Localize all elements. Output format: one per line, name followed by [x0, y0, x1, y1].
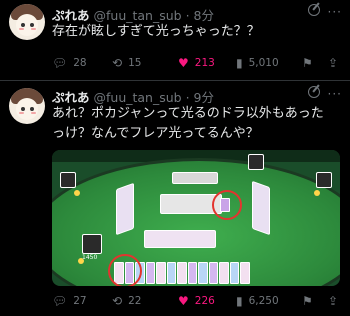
reply-icon: 💬︎ — [52, 56, 68, 70]
heart-icon: ♥ — [178, 294, 189, 308]
grok-icon[interactable] — [308, 86, 320, 98]
more-icon[interactable]: ··· — [328, 87, 342, 101]
grok-icon[interactable] — [308, 4, 320, 16]
avatar[interactable] — [9, 4, 45, 40]
tweet-text: 存在が眩しすぎて光っちゃった？？ — [52, 24, 260, 39]
score-label: 1450 — [82, 254, 98, 261]
like-count: 226 — [194, 295, 215, 307]
author-handle[interactable]: @fuu_tan_sub — [94, 8, 182, 23]
divider — [0, 80, 350, 81]
reply-count: 28 — [73, 57, 87, 69]
heart-icon: ♥ — [178, 56, 189, 70]
reply-button[interactable]: 💬︎ 27 — [52, 294, 87, 308]
like-button[interactable]: ♥ 213 — [178, 56, 215, 70]
share-icon: ⇪ — [328, 294, 339, 308]
tweet-actions: 💬︎ 28 ⟲ 15 ♥ 213 ▮ 5,010 ⚑ ⇪ — [52, 56, 342, 72]
bookmark-button[interactable]: ⚑ — [302, 56, 313, 70]
player-avatar-top — [248, 154, 264, 170]
bookmark-icon: ⚑ — [302, 294, 313, 308]
author-name[interactable]: ぷれあ — [52, 8, 90, 23]
views-count: 5,010 — [248, 57, 279, 69]
highlight-circle — [212, 190, 242, 220]
retweet-button[interactable]: ⟲ 22 — [112, 294, 141, 308]
reply-icon: 💬︎ — [52, 294, 68, 308]
tweet-media-image[interactable]: 1450 — [52, 150, 340, 286]
reply-count: 27 — [73, 295, 87, 307]
reply-button[interactable]: 💬︎ 28 — [52, 56, 87, 70]
retweet-count: 15 — [128, 57, 142, 69]
share-button[interactable]: ⇪ — [328, 294, 338, 308]
bookmark-button[interactable]: ⚑ — [302, 294, 313, 308]
tweet-text-line-2: っけ？なんでフレア光ってるんや？ — [52, 126, 259, 141]
player-avatar-left — [60, 172, 76, 188]
front-discard — [144, 230, 216, 248]
share-icon: ⇪ — [328, 56, 339, 70]
author-name[interactable]: ぷれあ — [52, 90, 90, 105]
views-count: 6,250 — [248, 295, 279, 307]
top-discard — [172, 172, 218, 184]
retweet-icon: ⟲ — [112, 56, 123, 70]
tweet-2[interactable]: ぷれあ @fuu_tan_sub · 9分 ··· あれ？ポカジャンって光るのド… — [0, 82, 350, 316]
views-button[interactable]: ▮ 5,010 — [236, 56, 279, 70]
views-button[interactable]: ▮ 6,250 — [236, 294, 279, 308]
avatar[interactable] — [9, 88, 45, 124]
bookmark-icon: ⚑ — [302, 56, 313, 70]
tweet-1[interactable]: ぷれあ @fuu_tan_sub · 8分 ··· 存在が眩しすぎて光っちゃった… — [0, 0, 350, 80]
tweet-text-line-1: あれ？ポカジャンって光るのドラ以外もあった — [52, 106, 324, 121]
views-icon: ▮ — [236, 294, 243, 308]
views-icon: ▮ — [236, 56, 243, 70]
highlight-circle-hand — [108, 254, 142, 286]
timestamp[interactable]: 9分 — [194, 90, 214, 105]
like-count: 213 — [194, 57, 215, 69]
like-button[interactable]: ♥ 226 — [178, 294, 215, 308]
right-player-cards — [252, 180, 270, 236]
more-icon[interactable]: ··· — [328, 5, 342, 19]
retweet-count: 22 — [128, 295, 142, 307]
timestamp[interactable]: 8分 — [194, 8, 214, 23]
author-handle[interactable]: @fuu_tan_sub — [94, 90, 182, 105]
retweet-button[interactable]: ⟲ 15 — [112, 56, 141, 70]
player-avatar-right — [316, 172, 332, 188]
share-button[interactable]: ⇪ — [328, 56, 338, 70]
retweet-icon: ⟲ — [112, 294, 123, 308]
tweet-actions: 💬︎ 27 ⟲ 22 ♥ 226 ▮ 6,250 ⚑ ⇪ — [52, 294, 342, 310]
left-player-cards — [116, 182, 134, 236]
player-avatar-self — [82, 234, 102, 254]
